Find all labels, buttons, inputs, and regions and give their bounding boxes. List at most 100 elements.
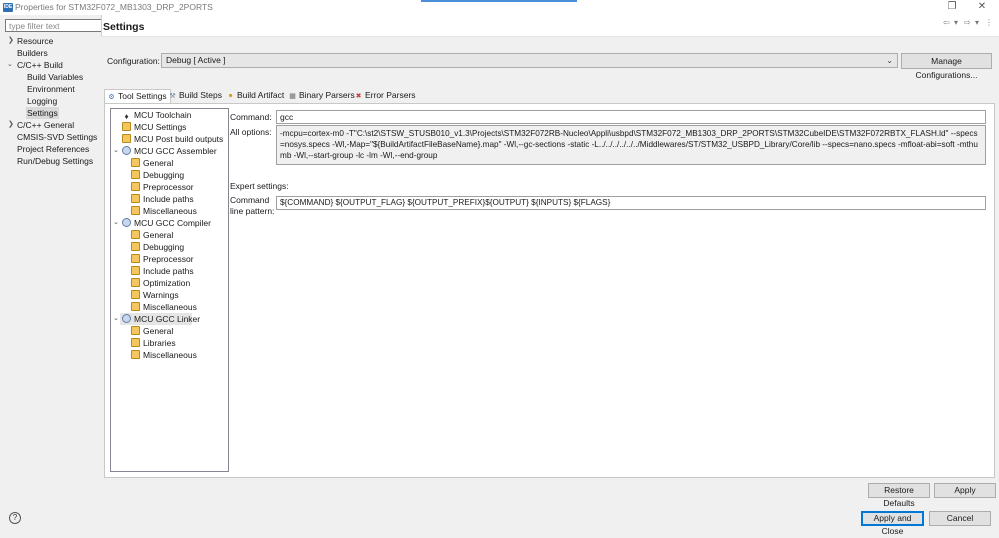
tool-item-label: General (143, 158, 174, 168)
settings-icon (131, 302, 140, 311)
tool-icon (122, 218, 131, 227)
tool-item-assembler-miscellaneous[interactable]: Miscellaneous (131, 205, 197, 217)
tab-error-parsers[interactable]: ✖ Error Parsers (352, 89, 419, 103)
nav-item-resource[interactable]: Resource (17, 35, 53, 47)
tool-item-label: MCU Settings (134, 122, 187, 132)
build-steps-icon: ⚒ (169, 93, 176, 100)
collapse-linker-icon[interactable]: ⌄ (113, 313, 119, 325)
tool-item-mcu-gcc-assembler[interactable]: MCU GCC Assembler (122, 145, 217, 157)
restore-window-button[interactable]: ❐ (940, 0, 964, 14)
filter-input[interactable] (5, 19, 102, 32)
nav-item-cc-general[interactable]: C/C++ General (17, 119, 74, 131)
chevron-down-icon: ⌄ (886, 56, 893, 65)
tool-item-label: MCU Toolchain (134, 110, 192, 120)
nav-item-environment[interactable]: Environment (27, 83, 75, 95)
page-title: Settings (103, 21, 145, 33)
expand-cc-general-icon[interactable]: ❯ (8, 119, 14, 131)
settings-icon (131, 338, 140, 347)
tool-item-mcu-gcc-compiler[interactable]: MCU GCC Compiler (122, 217, 211, 229)
configuration-select[interactable]: Debug [ Active ] ⌄ (161, 53, 898, 68)
tool-item-label: Debugging (143, 170, 185, 180)
nav-item-builders[interactable]: Builders (17, 47, 48, 59)
settings-icon (131, 182, 140, 191)
all-options-label: All options: (230, 127, 272, 137)
collapse-cc-build-icon[interactable]: ⌄ (7, 59, 13, 71)
tool-item-compiler-debugging[interactable]: Debugging (131, 241, 184, 253)
tool-item-compiler-preprocessor[interactable]: Preprocessor (131, 253, 194, 265)
expand-resource-icon[interactable]: ❯ (8, 35, 14, 47)
tool-item-compiler-general[interactable]: General (131, 229, 173, 241)
toolchain-icon: ♦ (124, 112, 129, 121)
tool-item-label: MCU GCC Assembler (134, 146, 217, 156)
command-input[interactable]: gcc (276, 110, 986, 124)
tab-label: Build Steps (179, 90, 222, 100)
tool-item-label: Miscellaneous (143, 350, 197, 360)
forward-arrow-icon[interactable]: ⇨ (964, 18, 971, 27)
error-parsers-icon: ✖ (355, 93, 362, 100)
tool-item-label: Miscellaneous (143, 206, 197, 216)
collapse-compiler-icon[interactable]: ⌄ (113, 217, 119, 229)
tool-item-mcu-settings[interactable]: MCU Settings (122, 121, 186, 133)
tool-item-assembler-general[interactable]: General (131, 157, 173, 169)
tool-item-assembler-preprocessor[interactable]: Preprocessor (131, 181, 194, 193)
tool-item-compiler-warnings[interactable]: Warnings (131, 289, 179, 301)
nav-item-logging[interactable]: Logging (27, 95, 57, 107)
tab-label: Tool Settings (118, 91, 167, 101)
title-accent (421, 0, 577, 2)
nav-item-cmsis-svd-settings[interactable]: CMSIS-SVD Settings (17, 131, 97, 143)
apply-and-close-button[interactable]: Apply and Close (861, 511, 924, 536)
tool-item-assembler-debugging[interactable]: Debugging (131, 169, 184, 181)
settings-icon (131, 206, 140, 215)
tool-item-assembler-include-paths[interactable]: Include paths (131, 193, 194, 205)
tool-item-linker-libraries[interactable]: Libraries (131, 337, 176, 349)
forward-menu-chevron-icon[interactable]: ▾ (975, 18, 979, 27)
nav-item-cc-build[interactable]: C/C++ Build (17, 59, 63, 71)
nav-item-project-references[interactable]: Project References (17, 143, 89, 155)
tool-item-mcu-post-build-outputs[interactable]: MCU Post build outputs (122, 133, 223, 145)
tab-label: Build Artifact (237, 90, 285, 100)
tool-item-mcu-toolchain[interactable]: ♦ MCU Toolchain (122, 109, 191, 121)
tool-item-compiler-optimization[interactable]: Optimization (131, 277, 190, 289)
back-arrow-icon[interactable]: ⇦ (943, 18, 950, 27)
tool-icon (122, 146, 131, 155)
nav-item-settings[interactable]: Settings (26, 107, 59, 119)
tab-binary-parsers[interactable]: ▦ Binary Parsers (286, 89, 358, 103)
tool-item-compiler-include-paths[interactable]: Include paths (131, 265, 194, 277)
nav-item-build-variables[interactable]: Build Variables (27, 71, 83, 83)
tool-item-compiler-miscellaneous[interactable]: Miscellaneous (131, 301, 197, 313)
view-menu-icon[interactable]: ⋮ (985, 18, 993, 27)
help-icon[interactable]: ? (9, 512, 21, 524)
tool-item-linker-miscellaneous[interactable]: Miscellaneous (131, 349, 197, 361)
tool-item-mcu-gcc-linker[interactable]: MCU GCC Linker (120, 313, 200, 325)
command-line-pattern-input[interactable]: ${COMMAND} ${OUTPUT_FLAG} ${OUTPUT_PREFI… (276, 196, 986, 210)
settings-icon (131, 254, 140, 263)
binary-parsers-icon: ▦ (289, 93, 296, 100)
tool-item-label: Include paths (143, 266, 194, 276)
configuration-value: Debug [ Active ] (166, 55, 226, 65)
tool-item-label: MCU Post build outputs (134, 134, 224, 144)
tab-label: Binary Parsers (299, 90, 355, 100)
build-artifact-icon: ⚫ (227, 93, 234, 100)
manage-configurations-button[interactable]: Manage Configurations... (901, 53, 992, 80)
tab-tool-settings[interactable]: ⚙ Tool Settings (104, 89, 171, 104)
settings-icon (122, 134, 131, 143)
tab-build-steps[interactable]: ⚒ Build Steps (166, 89, 225, 103)
tool-item-linker-general[interactable]: General (131, 325, 173, 337)
close-window-button[interactable]: ✕ (970, 0, 994, 14)
tool-item-label: General (143, 230, 174, 240)
tool-item-label: General (143, 326, 174, 336)
back-menu-chevron-icon[interactable]: ▾ (954, 18, 958, 27)
restore-defaults-button[interactable]: Restore Defaults (868, 483, 930, 508)
tool-item-label: Warnings (143, 290, 179, 300)
apply-button[interactable]: Apply (934, 483, 996, 498)
settings-icon (131, 230, 140, 239)
collapse-assembler-icon[interactable]: ⌄ (113, 145, 119, 157)
tab-build-artifact[interactable]: ⚫ Build Artifact (224, 89, 287, 103)
tab-label: Error Parsers (365, 90, 416, 100)
settings-icon (131, 158, 140, 167)
settings-icon (131, 266, 140, 275)
tool-item-label: Include paths (143, 194, 194, 204)
nav-item-run-debug-settings[interactable]: Run/Debug Settings (17, 155, 93, 167)
cancel-button[interactable]: Cancel (929, 511, 991, 526)
all-options-field[interactable]: -mcpu=cortex-m0 -T"C:\st2\STSW_STUSB010_… (276, 125, 986, 165)
